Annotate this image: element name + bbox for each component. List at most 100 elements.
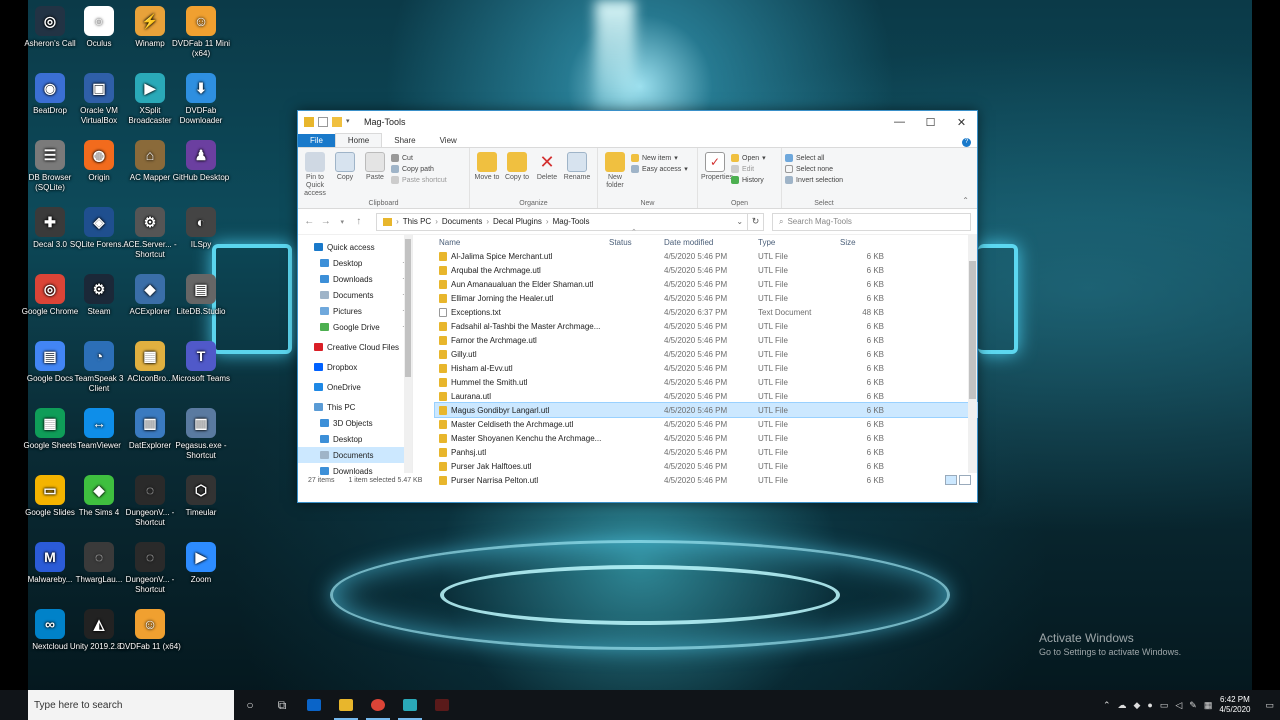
breadcrumb-item[interactable]: Mag-Tools [553, 217, 590, 226]
address-dropdown-icon[interactable]: ⌄ [736, 217, 743, 226]
task-view-icon[interactable]: ⧉ [266, 690, 298, 720]
recent-locations-button[interactable]: ▾ [337, 218, 348, 226]
onedrive-icon[interactable]: ☁ [1117, 700, 1126, 711]
app-icon[interactable] [426, 690, 458, 720]
input-icon[interactable]: ▦ [1204, 700, 1213, 711]
file-row[interactable]: Farnor the Archmage.utl 4/5/2020 5:46 PM U… [435, 333, 977, 347]
file-list-scrollbar[interactable] [968, 235, 977, 473]
file-row[interactable]: Arqubal the Archmage.utl 4/5/2020 5:46 PM… [435, 263, 977, 277]
select-none-button[interactable]: Select none [785, 165, 843, 173]
search-box[interactable]: ⌕ Search Mag-Tools [771, 212, 971, 231]
copy-to-button[interactable]: Copy to [503, 152, 531, 196]
nav-item[interactable]: Downloads [298, 463, 412, 479]
chevron-up-icon[interactable]: ⌃ [1103, 700, 1111, 711]
delete-button[interactable]: ✕ Delete [533, 152, 561, 196]
desktop-icon[interactable]: ☺ DVDFab 11 (x64) [118, 609, 182, 652]
close-button[interactable]: ✕ [946, 111, 977, 133]
nav-item[interactable]: OneDrive [298, 379, 412, 395]
file-row[interactable]: Magus Gondibyr Langarl.utl 4/5/2020 5:46 … [434, 402, 978, 418]
breadcrumb-separator[interactable]: › [396, 217, 399, 226]
file-row[interactable]: Fadsahil al-Tashbi the Master Archmage..… [435, 319, 977, 333]
nav-item[interactable]: Documents [298, 447, 412, 463]
desktop-icon[interactable]: ⬇ DVDFab Downloader [169, 73, 233, 126]
nav-item[interactable]: Desktop✦ [298, 255, 412, 271]
desktop-icon[interactable]: ▥ Pegasus.exe - Shortcut [169, 408, 233, 461]
nav-item[interactable]: Quick access [298, 239, 412, 255]
taskbar-search-box[interactable]: Type here to search [28, 690, 234, 720]
copy-button[interactable]: Copy [331, 152, 359, 196]
nav-item[interactable]: Pictures✦ [298, 303, 412, 319]
file-row[interactable]: Gilly.utl 4/5/2020 5:46 PM UTL File 6 KB [435, 347, 977, 361]
nav-scrollbar[interactable] [404, 235, 412, 473]
file-row[interactable]: Aun Amanaualuan the Elder Shaman.utl 4/5/… [435, 277, 977, 291]
back-button[interactable]: ← [304, 216, 315, 227]
xsplit-icon[interactable] [394, 690, 426, 720]
paste-button[interactable]: Paste [361, 152, 389, 196]
nav-item[interactable]: Downloads✦ [298, 271, 412, 287]
tab-file[interactable]: File [298, 134, 335, 147]
outlook-icon[interactable] [298, 690, 330, 720]
breadcrumb-separator[interactable]: › [546, 217, 549, 226]
breadcrumb-item[interactable]: Decal Plugins [493, 217, 542, 226]
desktop-icon[interactable]: T Microsoft Teams [169, 341, 233, 384]
file-row[interactable]: Exceptions.txt 4/5/2020 6:37 PM Text Docum… [435, 305, 977, 319]
nav-item[interactable]: 3D Objects [298, 415, 412, 431]
copy-path-button[interactable]: Copy path [391, 165, 447, 173]
nav-item[interactable]: Google Drive✦ [298, 319, 412, 335]
column-name[interactable]: Name [435, 238, 609, 247]
breadcrumb-separator[interactable]: › [486, 217, 489, 226]
desktop-icon[interactable]: ⬡ Timeular [169, 475, 233, 518]
new-item-button[interactable]: New item ▾ [631, 154, 688, 162]
file-row[interactable]: Al-Jalima Spice Merchant.utl 4/5/2020 5:4… [435, 249, 977, 263]
dropbox-icon[interactable]: ◆ [1133, 700, 1140, 711]
select-all-button[interactable]: Select all [785, 154, 843, 162]
clock[interactable]: 6:42 PM 4/5/2020 [1219, 695, 1250, 715]
file-row[interactable]: Purser Jak Halftoes.utl 4/5/2020 5:46 PM U… [435, 459, 977, 473]
new-folder-button[interactable]: New folder [601, 152, 629, 196]
collapse-ribbon-icon[interactable]: ⌃ [962, 196, 969, 205]
desktop-icon[interactable]: ♟ GitHub Desktop [169, 140, 233, 183]
desktop-icon[interactable]: ☺ DVDFab 11 Mini (x64) [169, 6, 233, 59]
nav-item[interactable]: This PC [298, 399, 412, 415]
edit-button[interactable]: Edit [731, 165, 766, 173]
easy-access-button[interactable]: Easy access ▾ [631, 165, 688, 173]
properties-icon[interactable] [318, 117, 328, 127]
desktop-icon[interactable]: ▶ Zoom [169, 542, 233, 585]
nav-item[interactable]: Desktop [298, 431, 412, 447]
maximize-button[interactable]: ☐ [915, 111, 946, 133]
help-icon[interactable]: ? [962, 138, 971, 147]
up-button[interactable]: ↑ [354, 216, 365, 227]
search-input[interactable]: Search Mag-Tools [787, 217, 851, 226]
properties-button[interactable]: ✓ Properties [701, 152, 733, 196]
move-to-button[interactable]: Move to [473, 152, 501, 196]
tab-share[interactable]: Share [382, 134, 427, 147]
file-row[interactable]: Hummel the Smith.utl 4/5/2020 5:46 PM UTL … [435, 375, 977, 389]
column-status[interactable]: Status [609, 238, 662, 247]
address-bar[interactable]: › This PC › Documents › Decal Plugins › Mag-Too… [376, 212, 749, 231]
rename-button[interactable]: Rename [563, 152, 591, 196]
desktop-icon[interactable]: ◐ ILSpy [169, 207, 233, 250]
column-type[interactable]: Type [758, 238, 840, 247]
cut-button[interactable]: Cut [391, 154, 447, 162]
file-row[interactable]: Master Shoyanen Kenchu the Archmage... 4/… [435, 431, 977, 445]
breadcrumb-separator[interactable]: › [435, 217, 438, 226]
file-explorer-icon[interactable] [330, 690, 362, 720]
breadcrumb-item[interactable]: Documents [442, 217, 482, 226]
paste-shortcut-button[interactable]: Paste shortcut [391, 176, 447, 184]
file-row[interactable]: Hisham al-Evv.utl 4/5/2020 5:46 PM UTL Fil… [435, 361, 977, 375]
nav-item[interactable]: Creative Cloud Files [298, 339, 412, 355]
tab-home[interactable]: Home [334, 133, 383, 147]
nav-scrollbar-thumb[interactable] [405, 239, 411, 377]
chrome-icon[interactable] [362, 690, 394, 720]
column-size[interactable]: Size [840, 238, 884, 247]
new-folder-icon[interactable] [332, 117, 342, 127]
speaker-icon[interactable]: ◁ [1175, 700, 1182, 711]
taskbar-search-input[interactable]: Type here to search [34, 700, 122, 711]
file-row[interactable]: Purser Narrisa Pelton.utl 4/5/2020 5:46 P… [435, 473, 977, 487]
nav-item[interactable]: Documents✦ [298, 287, 412, 303]
file-row[interactable]: Panhsj.utl 4/5/2020 5:46 PM UTL File 6 KB [435, 445, 977, 459]
cortana-icon[interactable]: ○ [234, 690, 266, 720]
chevron-down-icon[interactable]: ▾ [346, 117, 356, 127]
minimize-button[interactable]: — [884, 111, 915, 133]
invert-selection-button[interactable]: Invert selection [785, 176, 843, 184]
